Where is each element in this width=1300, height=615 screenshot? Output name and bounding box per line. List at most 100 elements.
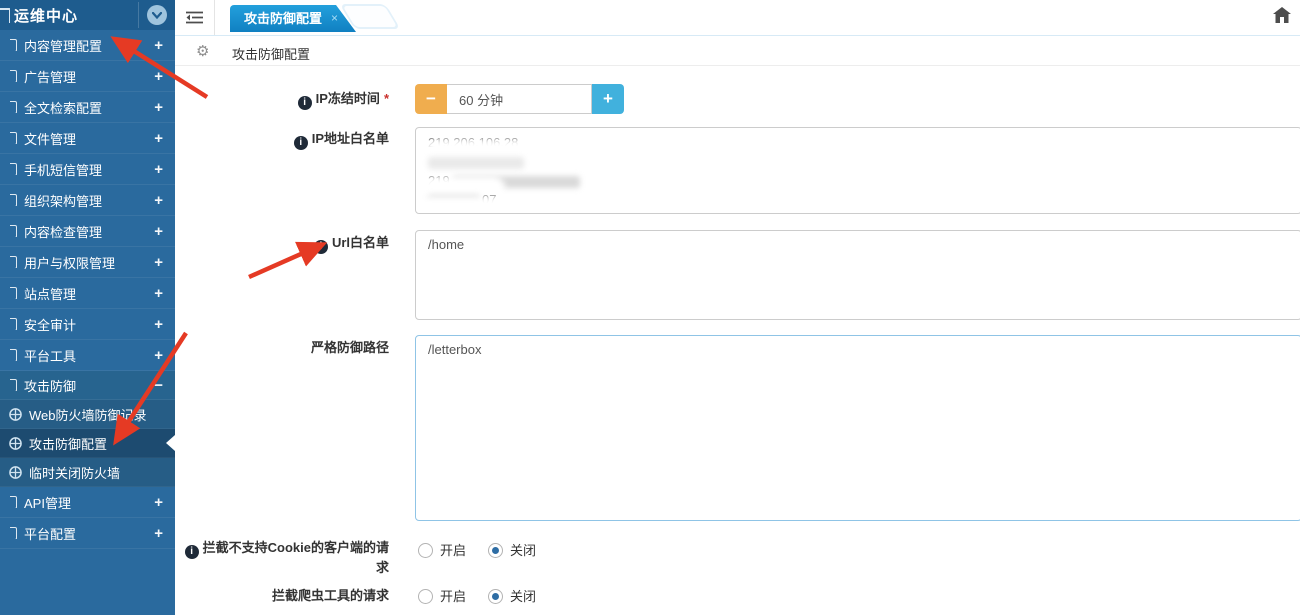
plus-icon[interactable]: + (154, 316, 163, 333)
plus-icon[interactable]: + (154, 68, 163, 85)
sidebar-subitem-temp-close-firewall[interactable]: 临时关闭防火墙 (0, 458, 175, 487)
stepper-minus-button[interactable]: − (415, 84, 447, 114)
radio-on-label[interactable]: 开启 (440, 589, 466, 604)
ip-freeze-input[interactable] (447, 84, 592, 114)
sidebar-item-label: 文件管理 (24, 131, 77, 147)
sidebar-subitem-waf-records[interactable]: Web防火墙防御记录 (0, 400, 175, 429)
label-text: IP冻结时间 (315, 91, 380, 106)
ip-whitelist-textarea[interactable]: 219.206.106.28 219 07 (415, 127, 1300, 214)
info-icon: i (313, 240, 328, 254)
sidebar-item-label: 用户与权限管理 (24, 255, 116, 271)
cookie-block-radio-group: 开启 关闭 (418, 540, 558, 560)
menu-icon (10, 101, 18, 113)
radio-on[interactable] (418, 589, 433, 604)
minus-icon[interactable]: − (154, 377, 163, 394)
sidebar-item-label: 组织架构管理 (24, 193, 103, 209)
plus-icon[interactable]: + (154, 525, 163, 542)
plus-icon[interactable]: + (154, 285, 163, 302)
radio-off[interactable] (488, 543, 504, 558)
menu-icon (10, 379, 18, 391)
sidebar-item-security-audit[interactable]: 安全审计 + (0, 309, 175, 340)
ip-line (428, 152, 1289, 171)
plus-icon[interactable]: + (154, 130, 163, 147)
plus-icon[interactable]: + (154, 223, 163, 240)
sidebar-item-fulltext[interactable]: 全文检索配置 + (0, 92, 175, 123)
radio-off-label[interactable]: 关闭 (510, 589, 536, 604)
panel-header: ⚙ 攻击防御配置 (175, 36, 1300, 66)
plus-icon[interactable]: + (154, 347, 163, 364)
tab-bar: 攻击防御配置 × (175, 0, 1300, 36)
sidebar-item-label: 平台配置 (24, 526, 77, 542)
sidebar-item-content-mgmt[interactable]: 内容管理配置 + (0, 30, 175, 61)
sidebar-collapse-button[interactable] (147, 5, 167, 25)
header-divider (138, 2, 139, 28)
home-button[interactable] (1273, 7, 1291, 28)
sidebar: 运维中心 内容管理配置 + 广告管理 + 全文检索配置 + 文件管理 + 手机短… (0, 0, 175, 615)
sidebar-header: 运维中心 (0, 0, 175, 30)
menu-icon (10, 349, 18, 361)
tab-label: 攻击防御配置 (244, 11, 323, 26)
sidebar-item-attack-defense[interactable]: 攻击防御 − (0, 371, 175, 400)
ip-line: 07 (424, 190, 1289, 213)
menu-icon (10, 287, 18, 299)
tab-close-icon[interactable]: × (331, 5, 338, 32)
plus-icon[interactable]: + (154, 99, 163, 116)
sidebar-item-files[interactable]: 文件管理 + (0, 123, 175, 154)
url-whitelist-textarea[interactable]: /home (415, 230, 1300, 320)
active-item-notch (166, 435, 175, 451)
sidebar-item-sites[interactable]: 站点管理 + (0, 278, 175, 309)
plus-icon[interactable]: + (154, 37, 163, 54)
plus-icon[interactable]: + (154, 192, 163, 209)
sidebar-item-platform-tools[interactable]: 平台工具 + (0, 340, 175, 371)
label-text: IP地址白名单 (311, 131, 389, 146)
label-text: Url白名单 (331, 235, 389, 250)
menu-icon (10, 70, 18, 82)
gear-icon[interactable]: ⚙ (196, 42, 209, 60)
stepper-plus-button[interactable]: + (592, 84, 624, 114)
ip-whitelist-label: i IP地址白名单 (175, 130, 389, 150)
sidebar-subitem-label: 临时关闭防火墙 (29, 465, 121, 481)
crawler-block-label: 拦截爬虫工具的请求 (175, 587, 389, 605)
plus-icon[interactable]: + (154, 494, 163, 511)
sidebar-subitem-attack-defense-config[interactable]: 攻击防御配置 (0, 429, 175, 458)
menu-icon (10, 132, 18, 144)
crawler-block-radio-group: 开启 关闭 (418, 586, 558, 606)
ip-freeze-stepper: − + (415, 84, 624, 114)
sidebar-item-label: 内容管理配置 (24, 38, 103, 54)
sidebar-item-label: 广告管理 (24, 69, 77, 85)
sidebar-item-label: 站点管理 (24, 286, 77, 302)
sidebar-item-org[interactable]: 组织架构管理 + (0, 185, 175, 216)
label-text: 拦截不支持Cookie的客户端的请求 (202, 540, 389, 575)
sidebar-item-ads[interactable]: 广告管理 + (0, 61, 175, 92)
ip-line: 219.206.106.28 (428, 133, 1289, 158)
radio-on[interactable] (418, 543, 433, 558)
menu-icon (10, 256, 18, 268)
sidebar-item-label: 全文检索配置 (24, 100, 103, 116)
menu-icon (10, 225, 18, 237)
menu-icon (10, 496, 18, 508)
sidebar-item-platform-config[interactable]: 平台配置 + (0, 518, 175, 549)
menu-icon (10, 39, 18, 51)
radio-off-label[interactable]: 关闭 (510, 543, 536, 558)
redaction-wipe (424, 203, 514, 213)
ip-line: 219 (428, 171, 1289, 193)
radio-off[interactable] (488, 589, 504, 604)
plus-icon[interactable]: + (154, 254, 163, 271)
sidebar-item-api-mgmt[interactable]: API管理 + (0, 487, 175, 518)
sidebar-toggle-button[interactable] (175, 0, 215, 35)
sidebar-item-content-check[interactable]: 内容检查管理 + (0, 216, 175, 247)
required-asterisk: * (383, 91, 389, 106)
app-title: 运维中心 (14, 7, 79, 25)
strict-path-label: 严格防御路径 (175, 339, 389, 357)
menu-icon (10, 527, 18, 539)
menu-icon (10, 318, 18, 330)
shield-icon (9, 465, 22, 479)
plus-icon[interactable]: + (154, 161, 163, 178)
sidebar-item-label: API管理 (24, 495, 71, 511)
tab-attack-defense-config[interactable]: 攻击防御配置 × (230, 5, 356, 32)
radio-on-label[interactable]: 开启 (440, 543, 466, 558)
strict-path-textarea[interactable]: /letterbox (415, 335, 1300, 521)
sidebar-item-label: 内容检查管理 (24, 224, 103, 240)
sidebar-item-sms[interactable]: 手机短信管理 + (0, 154, 175, 185)
sidebar-item-users-perms[interactable]: 用户与权限管理 + (0, 247, 175, 278)
